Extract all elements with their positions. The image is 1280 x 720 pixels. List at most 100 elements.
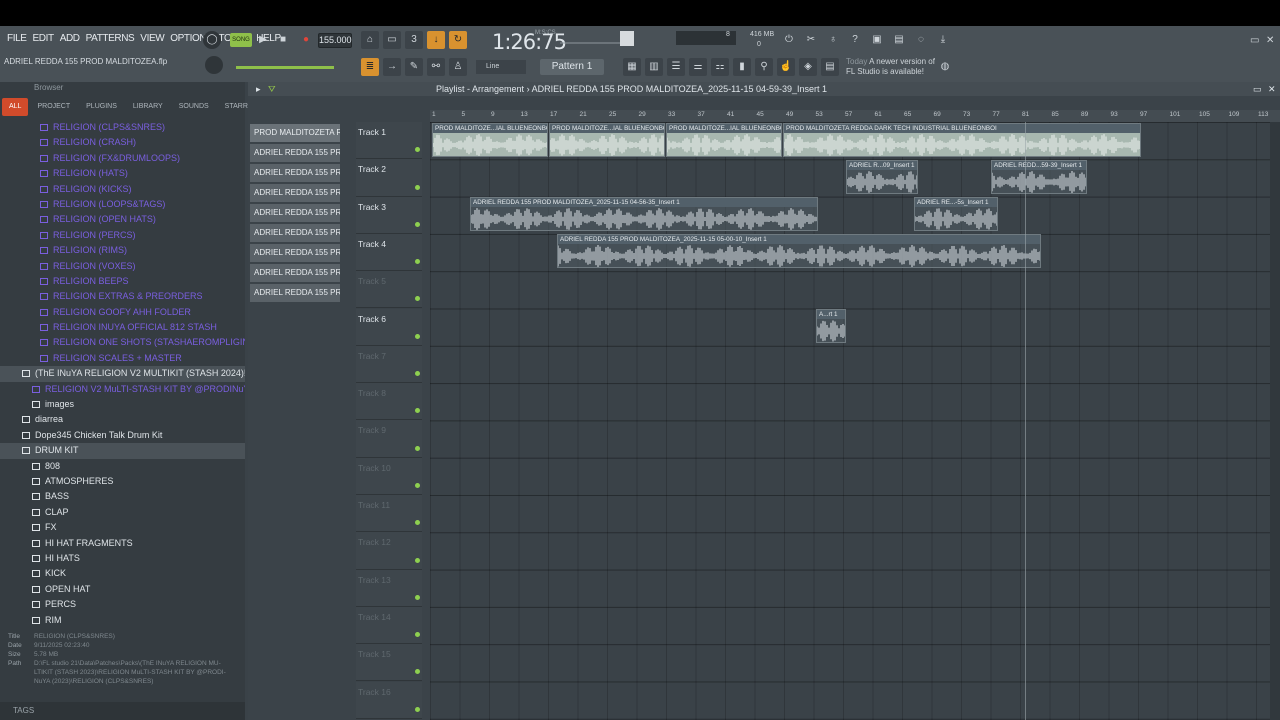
browser-item[interactable]: RELIGION INUYA OFFICIAL 812 STASH [0,320,245,335]
audio-clip[interactable]: ADRIEL REDDA 155 PROD MALDITOZEA_2025-11… [470,197,818,231]
menu-edit[interactable]: EDIT [30,33,57,47]
step-edit-icon[interactable]: ↓ [427,31,445,49]
track-enable-led[interactable] [415,408,420,414]
browser-item[interactable]: RELIGION (VOXES) [0,259,245,274]
playhead[interactable] [1025,122,1026,720]
track-header[interactable]: Track 1 [356,122,422,160]
track-enable-led[interactable] [415,632,420,638]
power-icon[interactable]: ⏻ [780,31,798,49]
tab-sounds[interactable]: SOUNDS [172,98,216,116]
browser-item[interactable]: RELIGION (KICKS) [0,182,245,197]
browser-item[interactable]: (ThE INuYA RELIGION V2 MULTIKIT (STASH 2… [0,366,245,382]
track-header[interactable]: Track 15 [356,644,422,682]
render-icon[interactable]: ▤ [890,31,908,49]
track-enable-led[interactable] [415,147,420,153]
browser-item[interactable]: RELIGION SCALES + MASTER [0,351,245,366]
browser-item[interactable]: CLAP [0,505,245,520]
track-header[interactable]: Track 3 [356,196,422,234]
track-enable-led[interactable] [415,520,420,526]
browser-item[interactable]: RELIGION (CRASH) [0,135,245,150]
draw-icon[interactable]: ✎ [405,58,423,76]
loop-record-icon[interactable]: ↻ [449,31,467,49]
mixer-icon[interactable]: ⚌ [689,58,707,76]
close-icon[interactable]: ✕ [1266,35,1274,46]
magnet-icon[interactable]: ⛛ [268,82,276,96]
track-header[interactable]: Track 2 [356,159,422,197]
master-volume-slider[interactable] [236,66,334,69]
track-enable-led[interactable] [415,706,420,712]
track-header[interactable]: Track 4 [356,233,422,272]
browser-item[interactable]: DRUM KIT [0,443,245,459]
menu-add[interactable]: ADD [57,33,83,47]
track-header[interactable]: Track 11 [356,495,422,533]
browser-item[interactable]: KICK [0,566,245,581]
track-header[interactable]: Track 6 [356,308,422,346]
pattern-item[interactable]: ADRIEL REDDA 155 PROD... [250,144,340,162]
audio-clip[interactable]: PROD MALDITOZE...IAL BLUENEONBOI [432,123,548,157]
track-enable-led[interactable] [415,594,420,600]
stamp-icon[interactable]: ♙ [449,58,467,76]
pattern-item[interactable]: ADRIEL REDDA 155 PROD... [250,204,340,222]
piano-roll-icon[interactable]: ▥ [645,58,663,76]
track-header[interactable]: Track 14 [356,606,422,645]
browser-item[interactable]: RELIGION (HATS) [0,166,245,181]
pattern-item[interactable]: ADRIEL REDDA 155 PROD... [250,244,340,262]
record-icon[interactable]: ● [297,31,315,49]
browser-item[interactable]: RELIGION GOOFY AHH FOLDER [0,305,245,320]
track-enable-led[interactable] [415,371,420,377]
browser-item[interactable]: PERCS [0,597,245,612]
track-header[interactable]: Track 5 [356,271,422,309]
audio-clip[interactable]: ADRIEL RE...-5s_Insert 1 [914,197,998,231]
snap-selector[interactable]: Line [476,60,526,74]
pitch-knob[interactable] [205,56,223,74]
mic-icon[interactable]: ♁ [824,31,842,49]
track-enable-led[interactable] [415,445,420,451]
save-icon[interactable]: ▣ [868,31,886,49]
link-icon[interactable]: ⚯ [427,58,445,76]
touch-icon[interactable]: ☝ [777,58,795,76]
track-enable-led[interactable] [415,259,420,265]
help-icon[interactable]: ? [846,31,864,49]
channel-icon[interactable]: ⚏ [711,58,729,76]
pattern-item[interactable]: PROD MALDITOZETA R... [250,124,340,142]
globe-icon[interactable]: ◍ [936,58,954,76]
browser-item[interactable]: Dope345 Chicken Talk Drum Kit [0,428,245,443]
browser-item[interactable]: HI HATS [0,551,245,566]
browser-item[interactable]: images [0,397,245,412]
track-enable-led[interactable] [415,482,420,488]
audio-clip[interactable]: PROD MALDITOZE...IAL BLUENEONBOI [549,123,665,157]
tags-bar[interactable]: TAGS [0,702,245,720]
plugin-db-icon[interactable]: ⚲ [755,58,773,76]
track-enable-led[interactable] [415,669,420,675]
wait-input-icon[interactable]: ▭ [383,31,401,49]
browser-item[interactable]: RIM [0,613,245,628]
plugin-icon[interactable]: ✂ [802,31,820,49]
metronome-icon[interactable]: ⌂ [361,31,379,49]
browser-item[interactable]: RELIGION (LOOPS&TAGS) [0,197,245,212]
browser-item[interactable]: RELIGION (CLPS&SNRES) [0,120,245,135]
cpu-meter-icon[interactable]: ◯ [203,31,221,49]
browser-item[interactable]: diarrea [0,412,245,427]
track-header[interactable]: Track 8 [356,383,422,421]
news-icon[interactable]: ▤ [821,58,839,76]
channel-rack-icon[interactable]: ☰ [667,58,685,76]
timeline-ruler[interactable]: 1 5 9 13 17 21 25 29 33 37 41 45 49 53 57 61 65 69 73 77 81 8… [430,110,1280,122]
browser-item[interactable]: RELIGION (PERCS) [0,228,245,243]
browser-item[interactable]: ATMOSPHERES [0,474,245,489]
download-icon[interactable]: ⤓ [934,31,952,49]
menu-view[interactable]: VIEW [137,33,167,47]
browser-item[interactable]: BASS [0,489,245,504]
pattern-item[interactable]: ADRIEL REDDA 155 PROD... [250,184,340,202]
track-header[interactable]: Track 13 [356,569,422,607]
track-enable-led[interactable] [415,333,420,339]
browser-item[interactable]: RELIGION (FX&DRUMLOOPS) [0,151,245,166]
update-notice[interactable]: Today A newer version of FL Studio is av… [846,57,935,77]
minimize-icon[interactable]: ▭ [1250,35,1259,46]
browser-item[interactable]: OPEN HAT [0,582,245,597]
vertical-scrollbar[interactable] [1270,122,1280,720]
browser-item[interactable]: 808 [0,459,245,474]
next-icon[interactable]: → [383,58,401,76]
chat-icon[interactable]: ◌ [912,31,930,49]
stop-icon[interactable]: ■ [274,31,292,49]
tempo-field[interactable]: 155.000 [318,33,352,48]
